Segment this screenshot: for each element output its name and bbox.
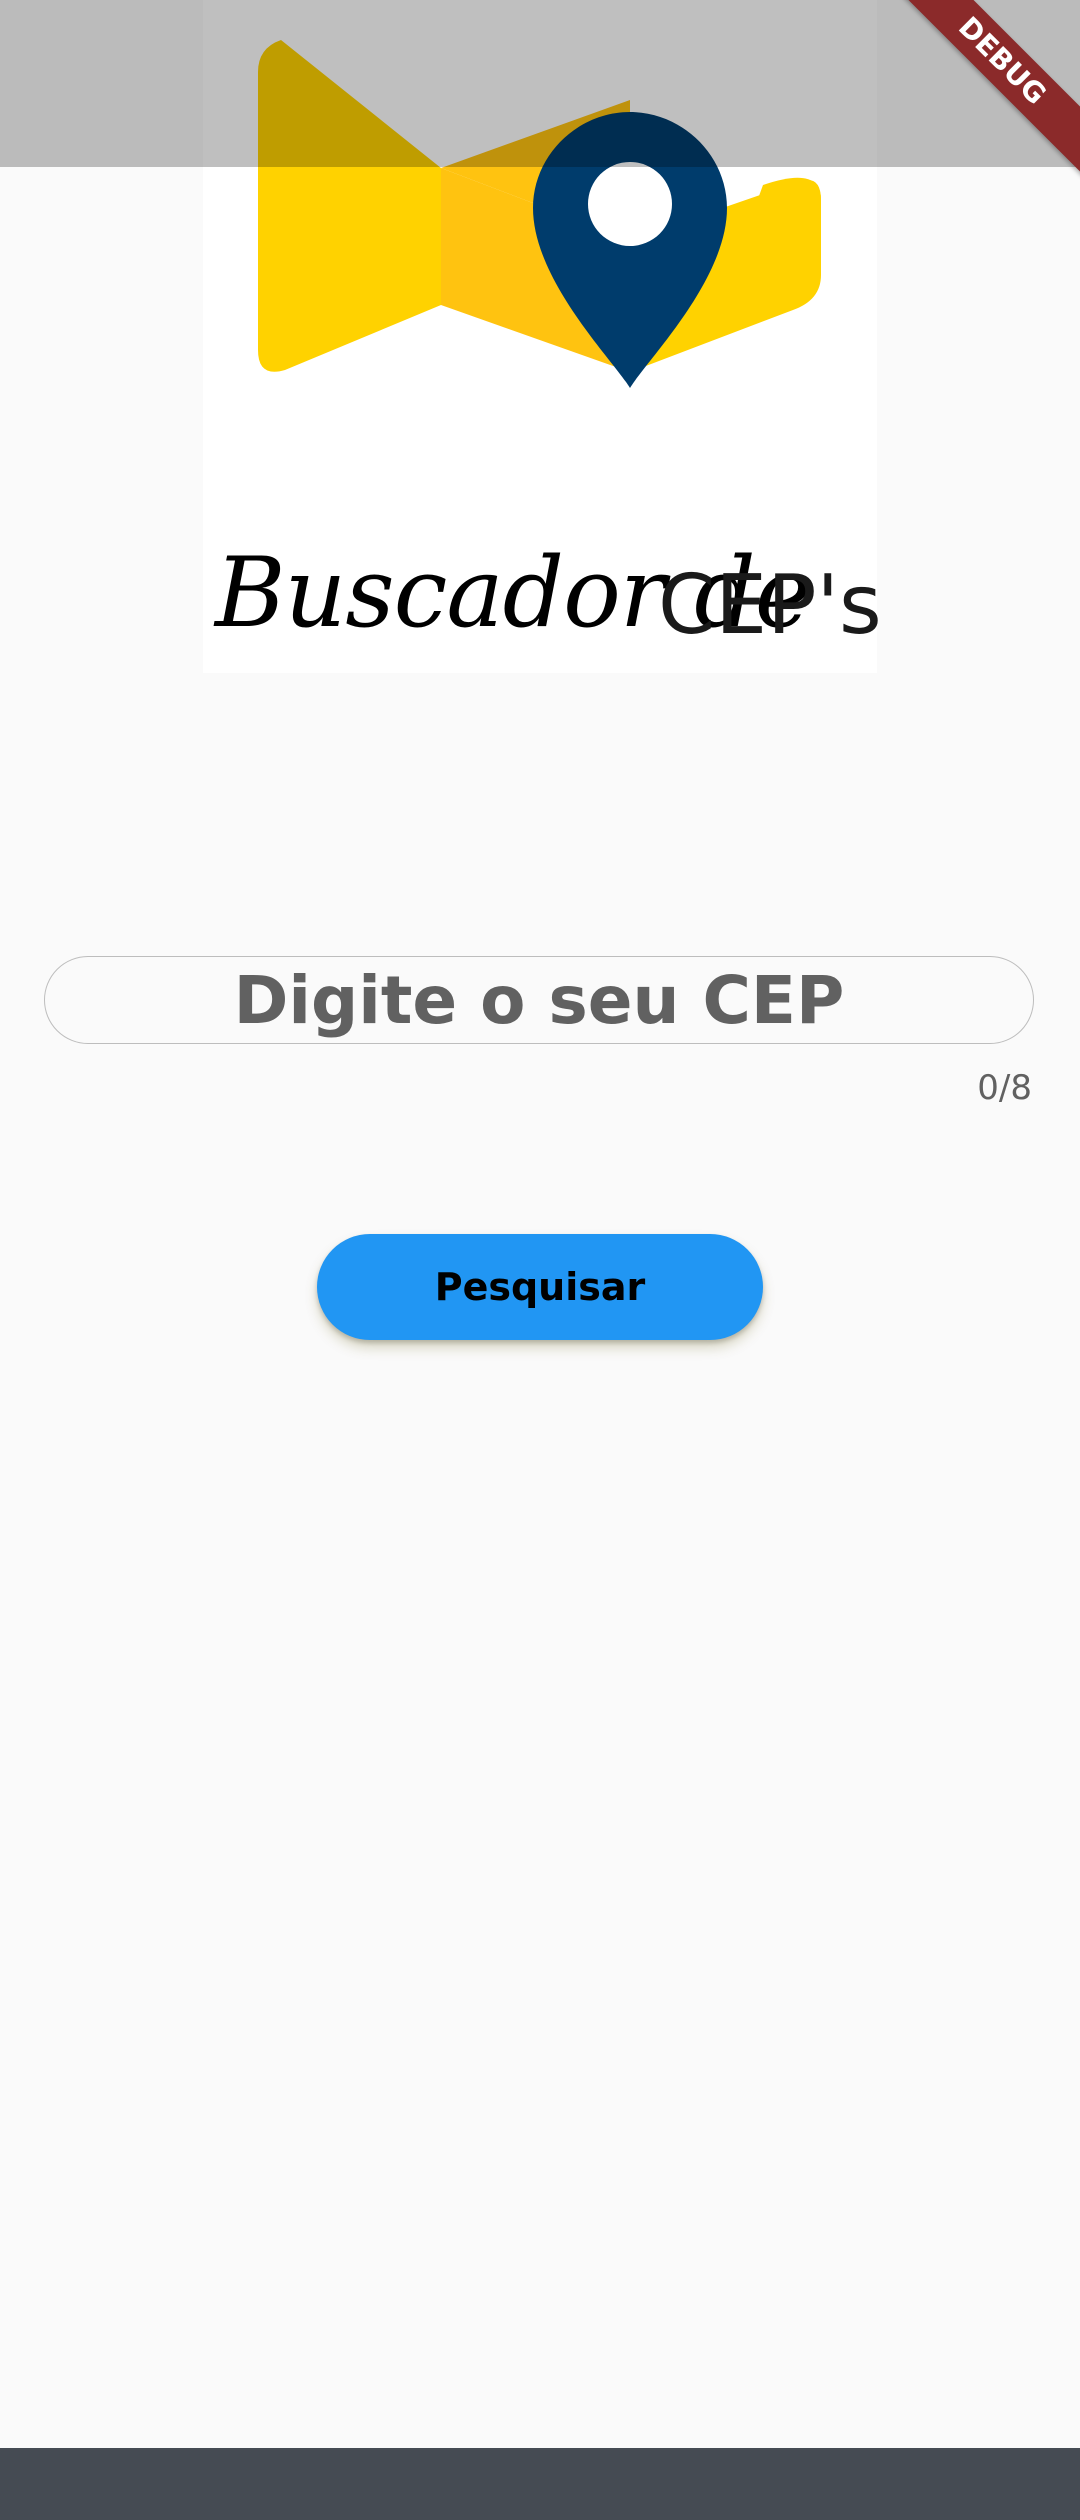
character-counter: 0/8 [977,1068,1032,1108]
cep-input[interactable]: Digite o seu CEP [44,956,1034,1044]
cep-input-placeholder: Digite o seu CEP [233,961,845,1039]
status-bar [0,0,1080,167]
search-button[interactable]: Pesquisar [317,1234,763,1340]
search-button-label: Pesquisar [434,1265,646,1309]
system-navigation-bar [0,2448,1080,2520]
logo-title-cep: CEP's [658,558,882,653]
